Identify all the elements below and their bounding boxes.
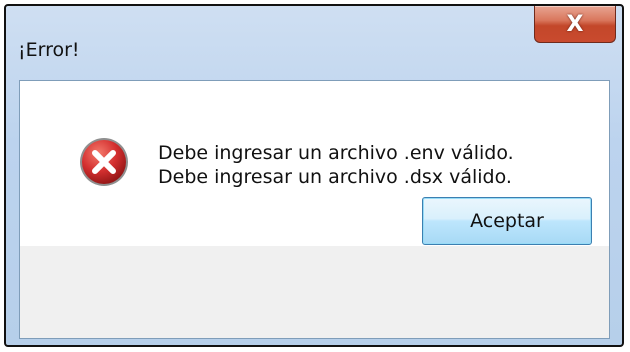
accept-button[interactable]: Aceptar [422, 197, 592, 245]
message-line-dsx: Debe ingresar un archivo .dsx válido. [158, 166, 512, 188]
close-icon: X [566, 11, 584, 37]
error-message: Debe ingresar un archivo .env válido. De… [158, 141, 514, 189]
error-icon [80, 138, 128, 186]
title-bar[interactable]: ¡Error! X [6, 6, 622, 80]
dialog-title: ¡Error! [18, 39, 80, 61]
error-dialog: ¡Error! X Debe ingresar un archivo .env … [4, 4, 624, 347]
close-button[interactable]: X [534, 6, 616, 43]
button-bar [20, 246, 609, 338]
message-line-env: Debe ingresar un archivo .env válido. [158, 142, 514, 164]
